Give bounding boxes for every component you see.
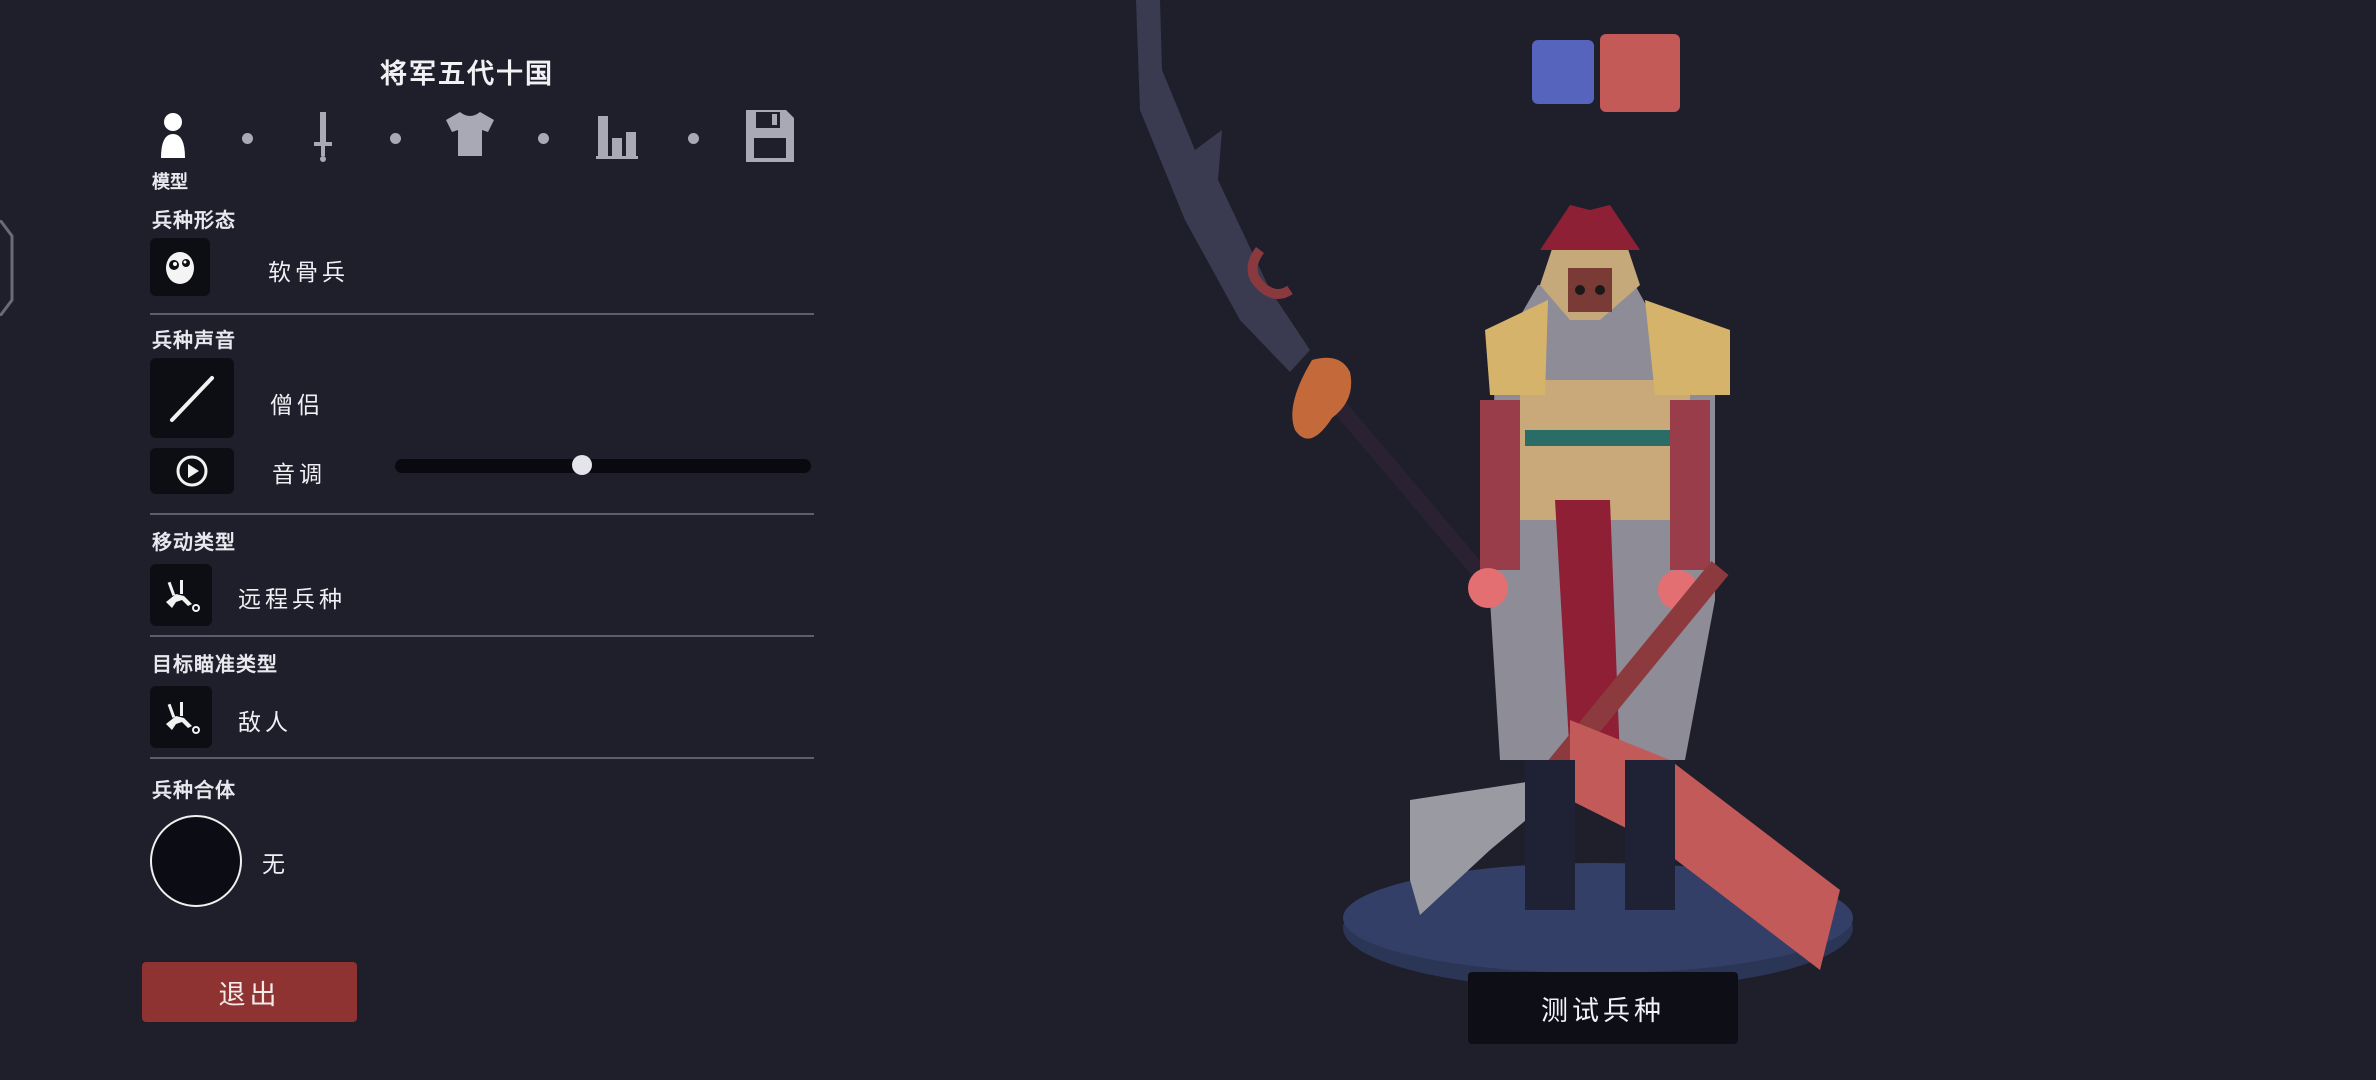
voice-value: 僧侣 (270, 393, 324, 419)
tab-separator-dot (538, 133, 549, 144)
test-unit-button[interactable]: 测试兵种 (1468, 972, 1738, 1044)
ragdoll-face-icon (166, 252, 194, 284)
form-selector-button[interactable] (150, 238, 210, 296)
unit-3d-preview[interactable] (1100, 0, 2000, 1000)
tab-save[interactable] (742, 108, 794, 164)
save-floppy-icon (746, 110, 794, 162)
pitch-slider[interactable] (395, 459, 811, 473)
side-panel-handle[interactable] (0, 220, 14, 316)
form-value: 软骨兵 (268, 260, 349, 286)
play-circle-icon (176, 455, 208, 487)
unit-name-title: 将军五代十国 (380, 59, 554, 90)
tab-stats[interactable] (592, 108, 644, 164)
slash-icon (170, 376, 214, 422)
tab-clothing[interactable] (442, 108, 494, 164)
pitch-label: 音调 (272, 462, 326, 488)
person-icon (161, 113, 185, 158)
exit-button[interactable]: 退出 (142, 962, 357, 1022)
movement-selector-button[interactable] (150, 564, 212, 626)
targeting-value: 敌人 (238, 710, 292, 736)
movement-value: 远程兵种 (238, 587, 346, 613)
section-title-targeting: 目标瞄准类型 (152, 652, 278, 676)
shirt-icon (446, 112, 494, 156)
tab-model[interactable] (150, 108, 202, 164)
tab-separator-dot (390, 133, 401, 144)
tab-separator-dot (242, 133, 253, 144)
merge-slot-button[interactable] (150, 815, 242, 907)
sword-icon (314, 112, 332, 162)
stats-bars-icon (596, 116, 638, 159)
target-enemy-icon (166, 702, 200, 734)
editor-tab-bar (150, 108, 810, 168)
section-title-voice: 兵种声音 (152, 328, 236, 352)
section-divider (150, 635, 814, 637)
voice-selector-button[interactable] (150, 358, 234, 438)
voice-play-button[interactable] (150, 448, 234, 494)
section-divider (150, 313, 814, 315)
tab-weapons[interactable] (298, 108, 350, 164)
section-title-form: 兵种形态 (152, 208, 236, 232)
section-title-merge: 兵种合体 (152, 778, 236, 802)
ranged-unit-icon (166, 580, 200, 612)
merge-value: 无 (262, 852, 289, 878)
active-tab-label: 模型 (152, 172, 188, 193)
tab-separator-dot (688, 133, 699, 144)
section-divider (150, 757, 814, 759)
section-title-movement: 移动类型 (152, 530, 236, 554)
targeting-selector-button[interactable] (150, 686, 212, 748)
section-divider (150, 513, 814, 515)
